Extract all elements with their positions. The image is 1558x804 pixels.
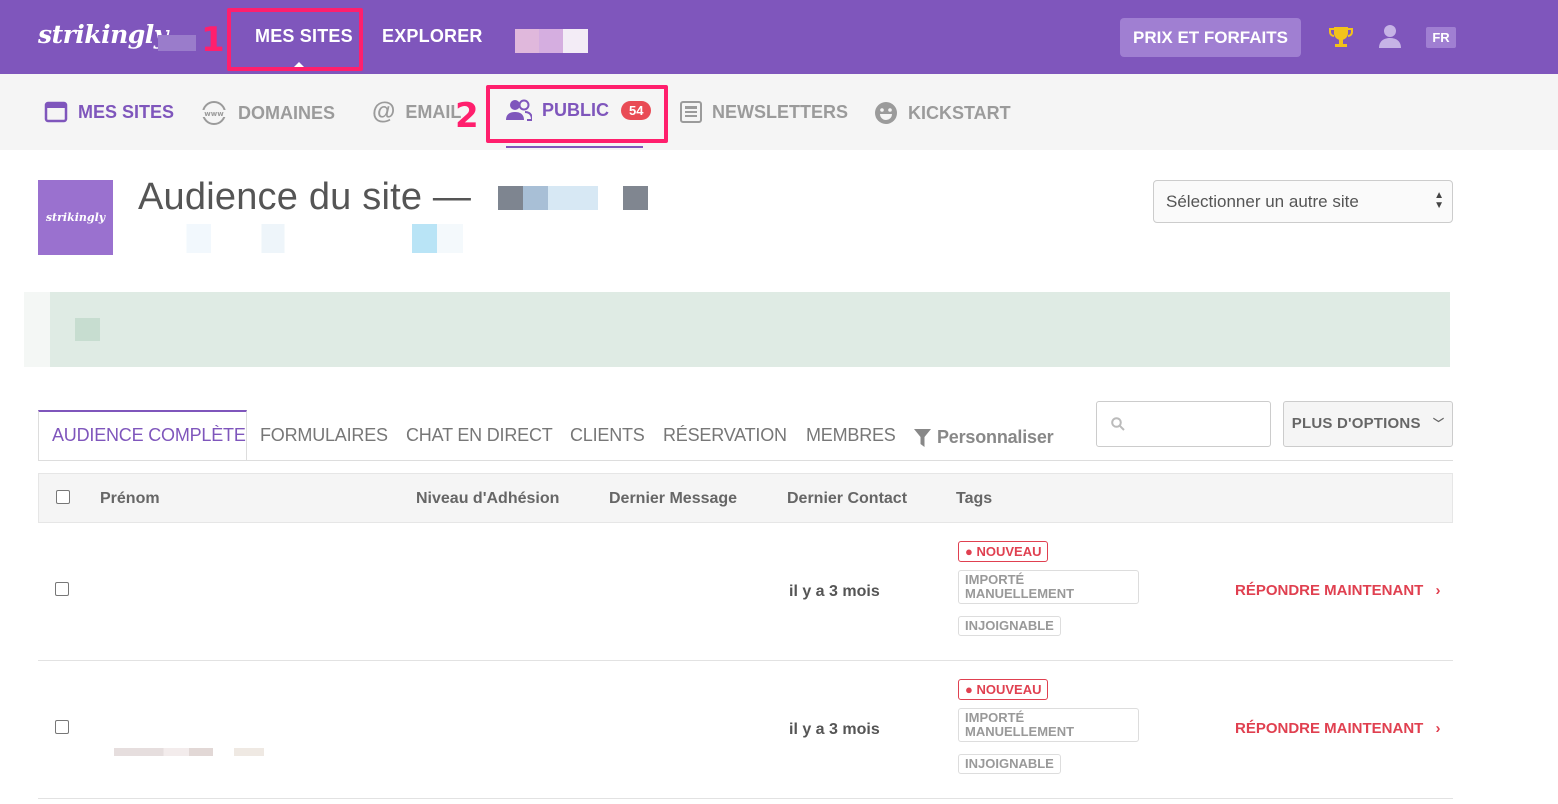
more-options-button[interactable]: PLUS D'OPTIONS ﹀	[1283, 401, 1453, 447]
last-contact-value: il y a 3 mois	[789, 583, 880, 600]
tag-imported: IMPORTÉ MANUELLEMENT	[958, 708, 1139, 742]
customize-filter[interactable]: Personnaliser	[914, 427, 1054, 448]
redacted-block	[515, 29, 588, 53]
tag-new: ● NOUVEAU	[958, 541, 1049, 562]
last-contact-value: il y a 3 mois	[789, 721, 880, 738]
redacted-block	[75, 318, 100, 341]
tabs-divider	[38, 460, 1453, 461]
site-thumbnail[interactable]: strikingly	[38, 180, 113, 255]
table-row[interactable]: il y a 3 mois ● NOUVEAU IMPORTÉ MANUELLE…	[38, 661, 1453, 799]
customize-label: Personnaliser	[937, 427, 1054, 447]
tab-live-chat[interactable]: CHAT EN DIRECT	[406, 425, 553, 446]
tab-full-audience[interactable]: AUDIENCE COMPLÈTE	[52, 425, 246, 446]
select-arrows-icon: ▲ ▼	[1434, 190, 1444, 211]
chevron-right-icon: ›	[1435, 720, 1441, 737]
filter-icon	[914, 428, 931, 447]
subnav-item-my-sites[interactable]: MES SITES	[44, 101, 174, 123]
column-first-name[interactable]: Prénom	[100, 490, 160, 508]
search-input[interactable]	[1096, 401, 1271, 447]
tab-members[interactable]: MEMBRES	[806, 425, 896, 446]
tab-customers[interactable]: CLIENTS	[570, 425, 645, 446]
trophy-icon[interactable]	[1328, 24, 1354, 50]
smiley-icon	[875, 102, 897, 124]
column-last-contact[interactable]: Dernier Contact	[787, 490, 907, 508]
tab-forms[interactable]: FORMULAIRES	[260, 425, 388, 446]
site-selector[interactable]: Sélectionner un autre site ▲ ▼	[1153, 180, 1453, 223]
more-options-label: PLUS D'OPTIONS	[1291, 415, 1421, 432]
subnav-item-email[interactable]: @ EMAIL	[372, 98, 462, 125]
row-checkbox[interactable]	[55, 720, 69, 734]
subnav-label: KICKSTART	[908, 102, 1011, 123]
page-title: Audience du site —	[138, 176, 472, 218]
tag-unreachable: INJOIGNABLE	[958, 616, 1061, 636]
chevron-down-icon: ﹀	[1433, 418, 1445, 430]
notice-banner	[50, 292, 1450, 367]
subnav-item-kickstart[interactable]: KICKSTART	[874, 101, 1011, 125]
annotation-number: 1	[201, 20, 225, 60]
search-icon	[1111, 417, 1125, 431]
redacted-block	[158, 35, 196, 51]
column-tags: Tags	[956, 490, 993, 507]
notice-edge	[24, 292, 50, 367]
redacted-name	[114, 748, 264, 756]
subnav-item-domains[interactable]: www DOMAINES	[200, 101, 335, 125]
select-all-checkbox[interactable]	[56, 490, 70, 504]
pricing-button[interactable]: PRIX ET FORFAITS	[1120, 18, 1301, 57]
chevron-right-icon: ›	[1435, 582, 1441, 599]
at-icon: @	[372, 98, 396, 125]
subnav-label: MES SITES	[78, 101, 175, 122]
annotation-box	[227, 8, 363, 71]
redacted-block	[387, 224, 463, 253]
newsletter-icon	[680, 101, 702, 123]
reply-now-link[interactable]: RÉPONDRE MAINTENANT ›	[1235, 582, 1441, 599]
redacted-block	[623, 186, 648, 210]
table-row[interactable]: il y a 3 mois ● NOUVEAU IMPORTÉ MANUELLE…	[38, 523, 1453, 661]
www-icon: www	[200, 101, 228, 125]
subnav-label: EMAIL	[405, 101, 462, 122]
annotation-number: 2	[455, 96, 479, 136]
tag-unreachable: INJOIGNABLE	[958, 754, 1061, 774]
subnav-item-newsletters[interactable]: NEWSLETTERS	[680, 101, 848, 123]
annotation-box	[486, 85, 668, 143]
strikingly-logo[interactable]: strikingly	[38, 20, 168, 49]
table-header: Prénom Niveau d'Adhésion Dernier Message…	[38, 473, 1453, 523]
tag-imported: IMPORTÉ MANUELLEMENT	[958, 570, 1139, 604]
subnav-label: NEWSLETTERS	[712, 101, 849, 122]
column-last-message[interactable]: Dernier Message	[609, 490, 737, 508]
subnav-label: DOMAINES	[238, 102, 336, 123]
tab-booking[interactable]: RÉSERVATION	[663, 425, 787, 446]
row-checkbox[interactable]	[55, 582, 69, 596]
reply-label: RÉPONDRE MAINTENANT	[1235, 582, 1424, 599]
tag-label: NOUVEAU	[976, 544, 1042, 559]
reply-now-link[interactable]: RÉPONDRE MAINTENANT ›	[1235, 720, 1441, 737]
redacted-block	[498, 186, 598, 210]
tag-new: ● NOUVEAU	[958, 679, 1049, 700]
reply-label: RÉPONDRE MAINTENANT	[1235, 720, 1424, 737]
calendar-icon	[44, 101, 68, 123]
svg-text:www: www	[204, 110, 224, 118]
site-selector-label: Sélectionner un autre site	[1166, 192, 1359, 211]
tag-label: NOUVEAU	[976, 682, 1042, 697]
active-tab-underline	[506, 146, 643, 148]
user-icon[interactable]	[1378, 24, 1402, 48]
language-selector[interactable]: FR	[1426, 27, 1456, 48]
redacted-block	[162, 224, 337, 253]
top-link-explore[interactable]: EXPLORER	[382, 26, 483, 47]
column-membership[interactable]: Niveau d'Adhésion	[416, 490, 559, 508]
